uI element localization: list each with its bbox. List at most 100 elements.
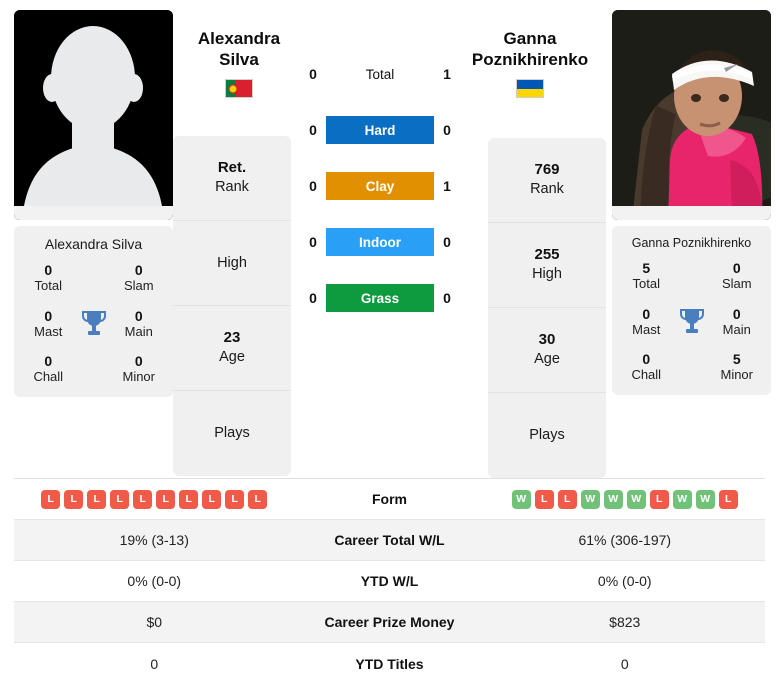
surface-row-clay: 0 Clay 1 bbox=[300, 172, 460, 200]
left-info-rank: Ret. Rank bbox=[173, 136, 291, 221]
label: Rank bbox=[530, 180, 564, 197]
right-value: 0 bbox=[620, 655, 629, 672]
left-info-card: Ret. Rank High 23 Age Plays bbox=[173, 136, 291, 476]
right-player-first-name: Ganna bbox=[503, 29, 557, 48]
right-info-high: 255 High bbox=[488, 223, 606, 308]
left-score: 0 bbox=[309, 66, 317, 82]
left-info-plays: Plays bbox=[173, 391, 291, 476]
right-value: 0% (0-0) bbox=[597, 573, 652, 589]
value: 0 bbox=[732, 260, 741, 276]
right-titles-main: 0 Main bbox=[709, 306, 766, 338]
form-badge-l: L bbox=[649, 489, 669, 509]
left-player-column: Alexandra Silva 0 Total 0 Slam 0 Mast 0 … bbox=[0, 0, 173, 398]
value: Ret. bbox=[217, 159, 247, 177]
right-info-plays: Plays bbox=[488, 393, 606, 478]
right-titles-player-name: Ganna Poznikhirenko bbox=[631, 236, 752, 250]
form-badge-l: L bbox=[87, 489, 107, 509]
left-score: 0 bbox=[309, 122, 317, 138]
right-titles-card: Ganna Poznikhirenko 5 Total 0 Slam 0 Mas… bbox=[612, 226, 771, 396]
left-player-name-header[interactable]: Alexandra Silva bbox=[180, 28, 298, 99]
label: Mast bbox=[632, 321, 661, 337]
label: Plays bbox=[529, 427, 565, 444]
right-player-name-header[interactable]: Ganna Poznikhirenko bbox=[471, 28, 589, 99]
label: Main bbox=[124, 323, 153, 339]
left-player-first-name: Alexandra bbox=[197, 29, 281, 48]
left-titles-minor: 0 Minor bbox=[111, 353, 168, 385]
row-label: YTD W/L bbox=[360, 573, 419, 589]
label: Age bbox=[219, 348, 245, 365]
label: Chall bbox=[33, 369, 64, 385]
value: 0 bbox=[134, 353, 143, 370]
right-score: 1 bbox=[443, 178, 451, 194]
right-info-rank: 769 Rank bbox=[488, 138, 606, 223]
right-titles-chall: 0 Chall bbox=[618, 351, 675, 383]
right-titles-mast: 0 Mast bbox=[618, 306, 675, 338]
form-badge-l: L bbox=[718, 489, 738, 509]
label: Chall bbox=[631, 367, 662, 383]
form-badge-w: W bbox=[511, 489, 531, 509]
value: 0 bbox=[44, 353, 53, 370]
form-badge-l: L bbox=[41, 489, 61, 509]
right-info-age: 30 Age bbox=[488, 308, 606, 393]
right-player-photo bbox=[612, 10, 771, 220]
form-badge-l: L bbox=[557, 489, 577, 509]
left-info-high: High bbox=[173, 221, 291, 306]
label: Plays bbox=[214, 425, 250, 442]
player-photo-image bbox=[612, 10, 771, 220]
table-row-ytd-wl: 0% (0-0) YTD W/L 0% (0-0) bbox=[14, 561, 765, 602]
label: Slam bbox=[123, 278, 154, 294]
table-row-form: LLLLLLLLLL Form WLLWWWLWWL bbox=[14, 479, 765, 520]
right-player-column: Ganna Poznikhirenko 5 Total 0 Slam 0 Mas… bbox=[606, 0, 779, 396]
right-titles-minor: 5 Minor bbox=[709, 351, 766, 383]
form-badge-l: L bbox=[248, 489, 268, 509]
table-row-career-total-wl: 19% (3-13) Career Total W/L 61% (306-197… bbox=[14, 520, 765, 561]
surface-row-hard: 0 Hard 0 bbox=[300, 116, 460, 144]
form-badge-w: W bbox=[626, 489, 646, 509]
label: Age bbox=[534, 350, 560, 367]
value: 255 bbox=[534, 246, 560, 264]
surface-head-to-head: 0 Total 1 0 Hard 0 0 Clay 1 0 Indoor 0 0 bbox=[300, 60, 460, 312]
value: 0 bbox=[642, 305, 651, 322]
right-trophy-icon-wrap bbox=[675, 307, 709, 337]
surface-label-clay: Clay bbox=[326, 172, 434, 200]
surface-label-grass: Grass bbox=[326, 284, 434, 312]
label: Minor bbox=[122, 369, 155, 385]
left-value: 0 bbox=[150, 655, 159, 672]
left-player-last-name: Silva bbox=[219, 50, 259, 70]
left-titles-player-name: Alexandra Silva bbox=[44, 236, 143, 252]
surface-label-hard: Hard bbox=[326, 116, 434, 144]
value: 5 bbox=[732, 351, 741, 368]
surface-row-total: 0 Total 1 bbox=[300, 60, 460, 88]
label: Mast bbox=[34, 323, 63, 339]
form-badge-l: L bbox=[202, 489, 222, 509]
left-titles-chall: 0 Chall bbox=[20, 353, 77, 385]
left-score: 0 bbox=[309, 290, 317, 306]
value: 769 bbox=[534, 161, 560, 179]
surface-row-indoor: 0 Indoor 0 bbox=[300, 228, 460, 256]
comparison-header: Alexandra Silva 0 Total 0 Slam 0 Mast 0 … bbox=[0, 0, 779, 478]
right-value: $823 bbox=[609, 614, 641, 630]
trophy-icon bbox=[679, 308, 704, 333]
right-form-badges: WLLWWWLWWL bbox=[511, 489, 738, 509]
left-value: 19% (3-13) bbox=[119, 532, 189, 548]
player-placeholder-silhouette-icon bbox=[14, 10, 173, 220]
form-badge-w: W bbox=[603, 489, 623, 509]
left-titles-grid: 0 Total 0 Slam 0 Mast 0 Main 0 Chall 0 M… bbox=[20, 262, 167, 385]
value: 23 bbox=[223, 329, 241, 347]
value: 0 bbox=[642, 351, 651, 368]
row-label: YTD Titles bbox=[355, 655, 424, 672]
label: Main bbox=[722, 321, 751, 337]
left-info-age: 23 Age bbox=[173, 306, 291, 391]
label: Minor bbox=[720, 367, 753, 383]
right-score: 0 bbox=[443, 122, 451, 138]
form-badge-l: L bbox=[179, 489, 199, 509]
value: 5 bbox=[642, 260, 651, 276]
value: 0 bbox=[44, 307, 53, 324]
right-titles-slam: 0 Slam bbox=[709, 260, 766, 292]
right-form-cell: WLLWWWLWWL bbox=[485, 489, 766, 509]
label: Total bbox=[632, 276, 660, 292]
right-info-card: 769 Rank 255 High 30 Age Plays bbox=[488, 138, 606, 478]
surface-label-indoor: Indoor bbox=[326, 228, 434, 256]
label: High bbox=[532, 265, 562, 282]
flag-emblem bbox=[228, 84, 238, 94]
